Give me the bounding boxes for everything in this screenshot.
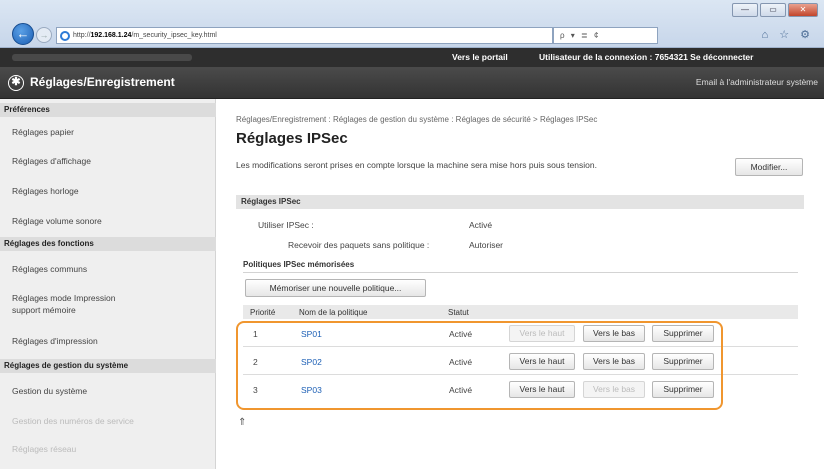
- sidebar: Préférences Réglages papier Réglages d'a…: [0, 99, 216, 469]
- page-title: Réglages IPSec: [236, 130, 348, 147]
- sidebar-item-volume[interactable]: Réglage volume sonore: [12, 216, 102, 226]
- address-tools[interactable]: ρ ▾ ≣ ¢: [553, 27, 658, 44]
- divider: [243, 272, 798, 273]
- policies-title: Politiques IPSec mémorisées: [243, 260, 355, 269]
- register-policy-button[interactable]: Mémoriser une nouvelle politique...: [245, 279, 426, 297]
- col-priority: Priorité: [250, 308, 276, 317]
- window-controls: — ▭ ✕: [732, 3, 818, 17]
- sidebar-section-functions: Réglages des fonctions: [0, 237, 216, 251]
- maximize-button[interactable]: ▭: [760, 3, 786, 17]
- sidebar-item-print[interactable]: Réglages d'impression: [12, 336, 98, 346]
- portal-link[interactable]: Vers le portail: [452, 52, 508, 62]
- page-top-icon[interactable]: ⇑: [238, 417, 246, 428]
- browser-page-icon: [60, 31, 70, 41]
- device-name-redacted: [12, 54, 192, 61]
- use-ipsec-label: Utiliser IPSec :: [258, 220, 314, 230]
- sidebar-item-memory-print[interactable]: Réglages mode Impression: [12, 293, 115, 303]
- close-button[interactable]: ✕: [788, 3, 818, 17]
- section-title: Réglages IPSec: [236, 195, 804, 209]
- modify-button[interactable]: Modifier...: [735, 158, 803, 176]
- col-status: Statut: [448, 308, 469, 317]
- forward-arrow-icon[interactable]: →: [36, 27, 52, 43]
- sidebar-item-clock[interactable]: Réglages horloge: [12, 186, 79, 196]
- browser-toolbar: — ▭ ✕ ← → http://192.168.1.24/m_security…: [0, 0, 824, 48]
- breadcrumb: Réglages/Enregistrement : Réglages de ge…: [236, 115, 598, 124]
- back-arrow-icon[interactable]: ←: [12, 23, 34, 45]
- sidebar-item-memory-print-line2[interactable]: support mémoire: [12, 305, 76, 315]
- url-path: /m_security_ipsec_key.html: [131, 32, 217, 39]
- highlight-box: [236, 321, 723, 410]
- address-bar[interactable]: http://192.168.1.24/m_security_ipsec_key…: [56, 27, 553, 44]
- sidebar-item-paper[interactable]: Réglages papier: [12, 127, 74, 137]
- sidebar-item-display[interactable]: Réglages d'affichage: [12, 156, 91, 166]
- top-nav-bar: Vers le portail Utilisateur de la connex…: [0, 48, 824, 67]
- col-name: Nom de la politique: [299, 308, 368, 317]
- url-host: 192.168.1.24: [90, 32, 132, 39]
- user-logout[interactable]: Utilisateur de la connexion : 7654321 Se…: [539, 52, 753, 62]
- settings-icon: ✱: [8, 75, 24, 91]
- url-prefix: http://: [73, 32, 91, 39]
- receive-packets-value: Autoriser: [469, 240, 504, 250]
- sidebar-item-common[interactable]: Réglages communs: [12, 264, 87, 274]
- table-header: Priorité Nom de la politique Statut: [243, 305, 798, 319]
- header-title: Réglages/Enregistrement: [30, 75, 175, 89]
- page-header: ✱ Réglages/Enregistrement Email à l'admi…: [0, 67, 824, 99]
- sidebar-item-network[interactable]: Réglages réseau: [12, 444, 76, 454]
- notice-text: Les modifications seront prises en compt…: [236, 160, 597, 170]
- receive-packets-label: Recevoir des paquets sans politique :: [288, 240, 430, 250]
- sidebar-item-system-management[interactable]: Gestion du système: [12, 386, 87, 396]
- sidebar-item-service-numbers[interactable]: Gestion des numéros de service: [12, 416, 134, 426]
- home-favorites-settings-icons[interactable]: ⌂ ☆ ⚙: [762, 28, 814, 41]
- use-ipsec-value: Activé: [469, 220, 493, 230]
- minimize-button[interactable]: —: [732, 3, 758, 17]
- email-admin-link[interactable]: Email à l'administrateur système: [696, 77, 818, 87]
- sidebar-section-system: Réglages de gestion du système: [0, 359, 216, 373]
- sidebar-section-preferences: Préférences: [0, 103, 216, 117]
